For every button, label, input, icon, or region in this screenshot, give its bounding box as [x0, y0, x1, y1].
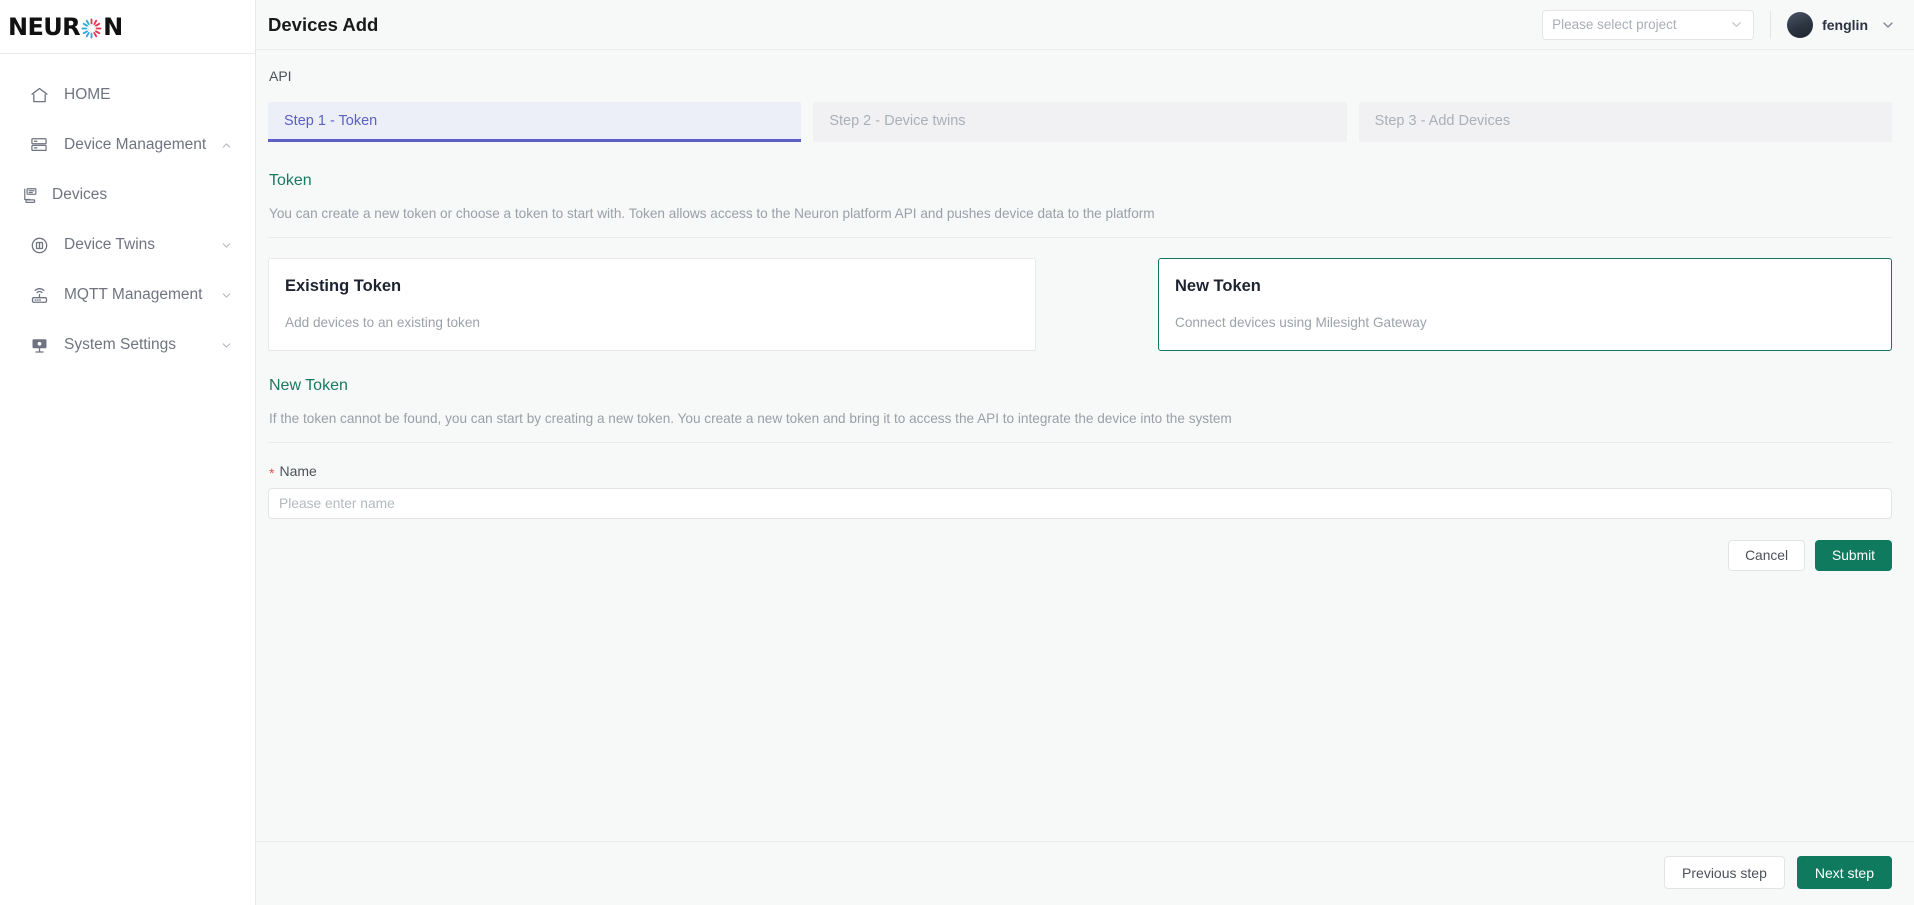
card-gap	[1036, 258, 1158, 351]
api-label: API	[269, 68, 292, 84]
logo-text: NEUR N	[8, 13, 123, 41]
content-inner: API Step 1 - Token Step 2 - Device twins…	[268, 68, 1892, 841]
app-root: NEUR N HOME Device Management Devices De…	[0, 0, 1914, 905]
chevron-down-icon	[1880, 17, 1896, 33]
sidebar-item-device-management[interactable]: Device Management	[0, 120, 255, 170]
logo-text-before: NEUR	[8, 12, 81, 41]
sidebar: NEUR N HOME Device Management Devices De…	[0, 0, 256, 905]
chevron-down-icon[interactable]	[219, 288, 233, 302]
name-field-label: * Name	[269, 463, 1892, 482]
card-subtitle: Connect devices using Milesight Gateway	[1175, 315, 1427, 331]
chevron-down-icon	[1729, 17, 1744, 32]
sidebar-nav: HOME Device Management Devices Device Tw…	[0, 54, 255, 370]
server-rack-icon	[28, 134, 50, 156]
previous-step-button[interactable]: Previous step	[1664, 856, 1785, 889]
tab-label: Step 1 - Token	[284, 112, 378, 129]
new-token-section-description: If the token cannot be found, you can st…	[269, 411, 1232, 427]
sidebar-item-label: Device Twins	[64, 236, 156, 253]
existing-token-card[interactable]: Existing Token Add devices to an existin…	[268, 258, 1036, 352]
project-select-value: Please select project	[1552, 17, 1677, 32]
sidebar-item-home[interactable]: HOME	[0, 70, 255, 120]
name-input[interactable]	[268, 488, 1892, 520]
avatar	[1787, 11, 1814, 38]
logo-text-after: N	[103, 12, 123, 41]
sidebar-item-label: System Settings	[64, 336, 176, 353]
tab-step-1-token[interactable]: Step 1 - Token	[268, 102, 802, 142]
sidebar-item-label: Devices	[52, 186, 108, 203]
chevron-down-icon[interactable]	[219, 238, 233, 252]
chevron-up-icon[interactable]	[219, 138, 233, 152]
neuron-burst-icon	[81, 17, 102, 39]
topbar: Devices Add Please select project fengli…	[256, 0, 1914, 50]
main-area: Devices Add Please select project fengli…	[256, 0, 1914, 905]
new-token-card[interactable]: New Token Connect devices using Milesigh…	[1158, 258, 1892, 352]
sidebar-item-devices[interactable]: Devices	[0, 170, 255, 220]
device-twins-icon	[28, 234, 50, 256]
required-marker: *	[269, 465, 275, 482]
card-title: Existing Token	[285, 277, 402, 296]
sidebar-item-system-settings[interactable]: System Settings	[0, 320, 255, 370]
sidebar-item-label: HOME	[64, 86, 111, 103]
sidebar-item-label: MQTT Management	[64, 286, 203, 303]
divider	[268, 442, 1892, 444]
device-list-icon	[18, 184, 40, 206]
project-select[interactable]: Please select project	[1542, 9, 1755, 40]
user-menu[interactable]: fenglin	[1787, 11, 1896, 38]
user-name: fenglin	[1822, 16, 1868, 33]
tab-step-2-device-twins[interactable]: Step 2 - Device twins	[813, 102, 1347, 142]
step-tabs: Step 1 - Token Step 2 - Device twins Ste…	[268, 102, 1892, 142]
home-icon	[28, 84, 50, 106]
cancel-button[interactable]: Cancel	[1728, 540, 1806, 572]
divider	[268, 237, 1892, 239]
name-label-text: Name	[279, 463, 317, 480]
router-wifi-icon	[28, 284, 50, 306]
logo[interactable]: NEUR N	[0, 0, 255, 54]
tab-label: Step 2 - Device twins	[829, 112, 966, 129]
card-title: New Token	[1175, 277, 1261, 296]
topbar-divider	[1770, 10, 1772, 39]
wizard-footer: Previous step Next step	[256, 841, 1914, 905]
form-actions: Cancel Submit	[268, 540, 1892, 572]
sidebar-item-mqtt-management[interactable]: MQTT Management	[0, 270, 255, 320]
sidebar-item-label: Device Management	[64, 136, 207, 153]
monitor-settings-icon	[28, 334, 50, 356]
tab-label: Step 3 - Add Devices	[1374, 112, 1511, 129]
new-token-section-title: New Token	[269, 377, 348, 395]
content-area: API Step 1 - Token Step 2 - Device twins…	[256, 50, 1914, 841]
sidebar-item-device-twins[interactable]: Device Twins	[0, 220, 255, 270]
card-subtitle: Add devices to an existing token	[285, 315, 480, 331]
tab-step-3-add-devices[interactable]: Step 3 - Add Devices	[1358, 102, 1892, 142]
token-option-cards: Existing Token Add devices to an existin…	[268, 258, 1892, 352]
page-title: Devices Add	[268, 13, 379, 35]
token-section-description: You can create a new token or choose a t…	[269, 206, 1155, 221]
submit-button[interactable]: Submit	[1815, 540, 1892, 572]
chevron-down-icon[interactable]	[219, 338, 233, 352]
token-section-title: Token	[269, 172, 312, 189]
next-step-button[interactable]: Next step	[1796, 856, 1892, 889]
